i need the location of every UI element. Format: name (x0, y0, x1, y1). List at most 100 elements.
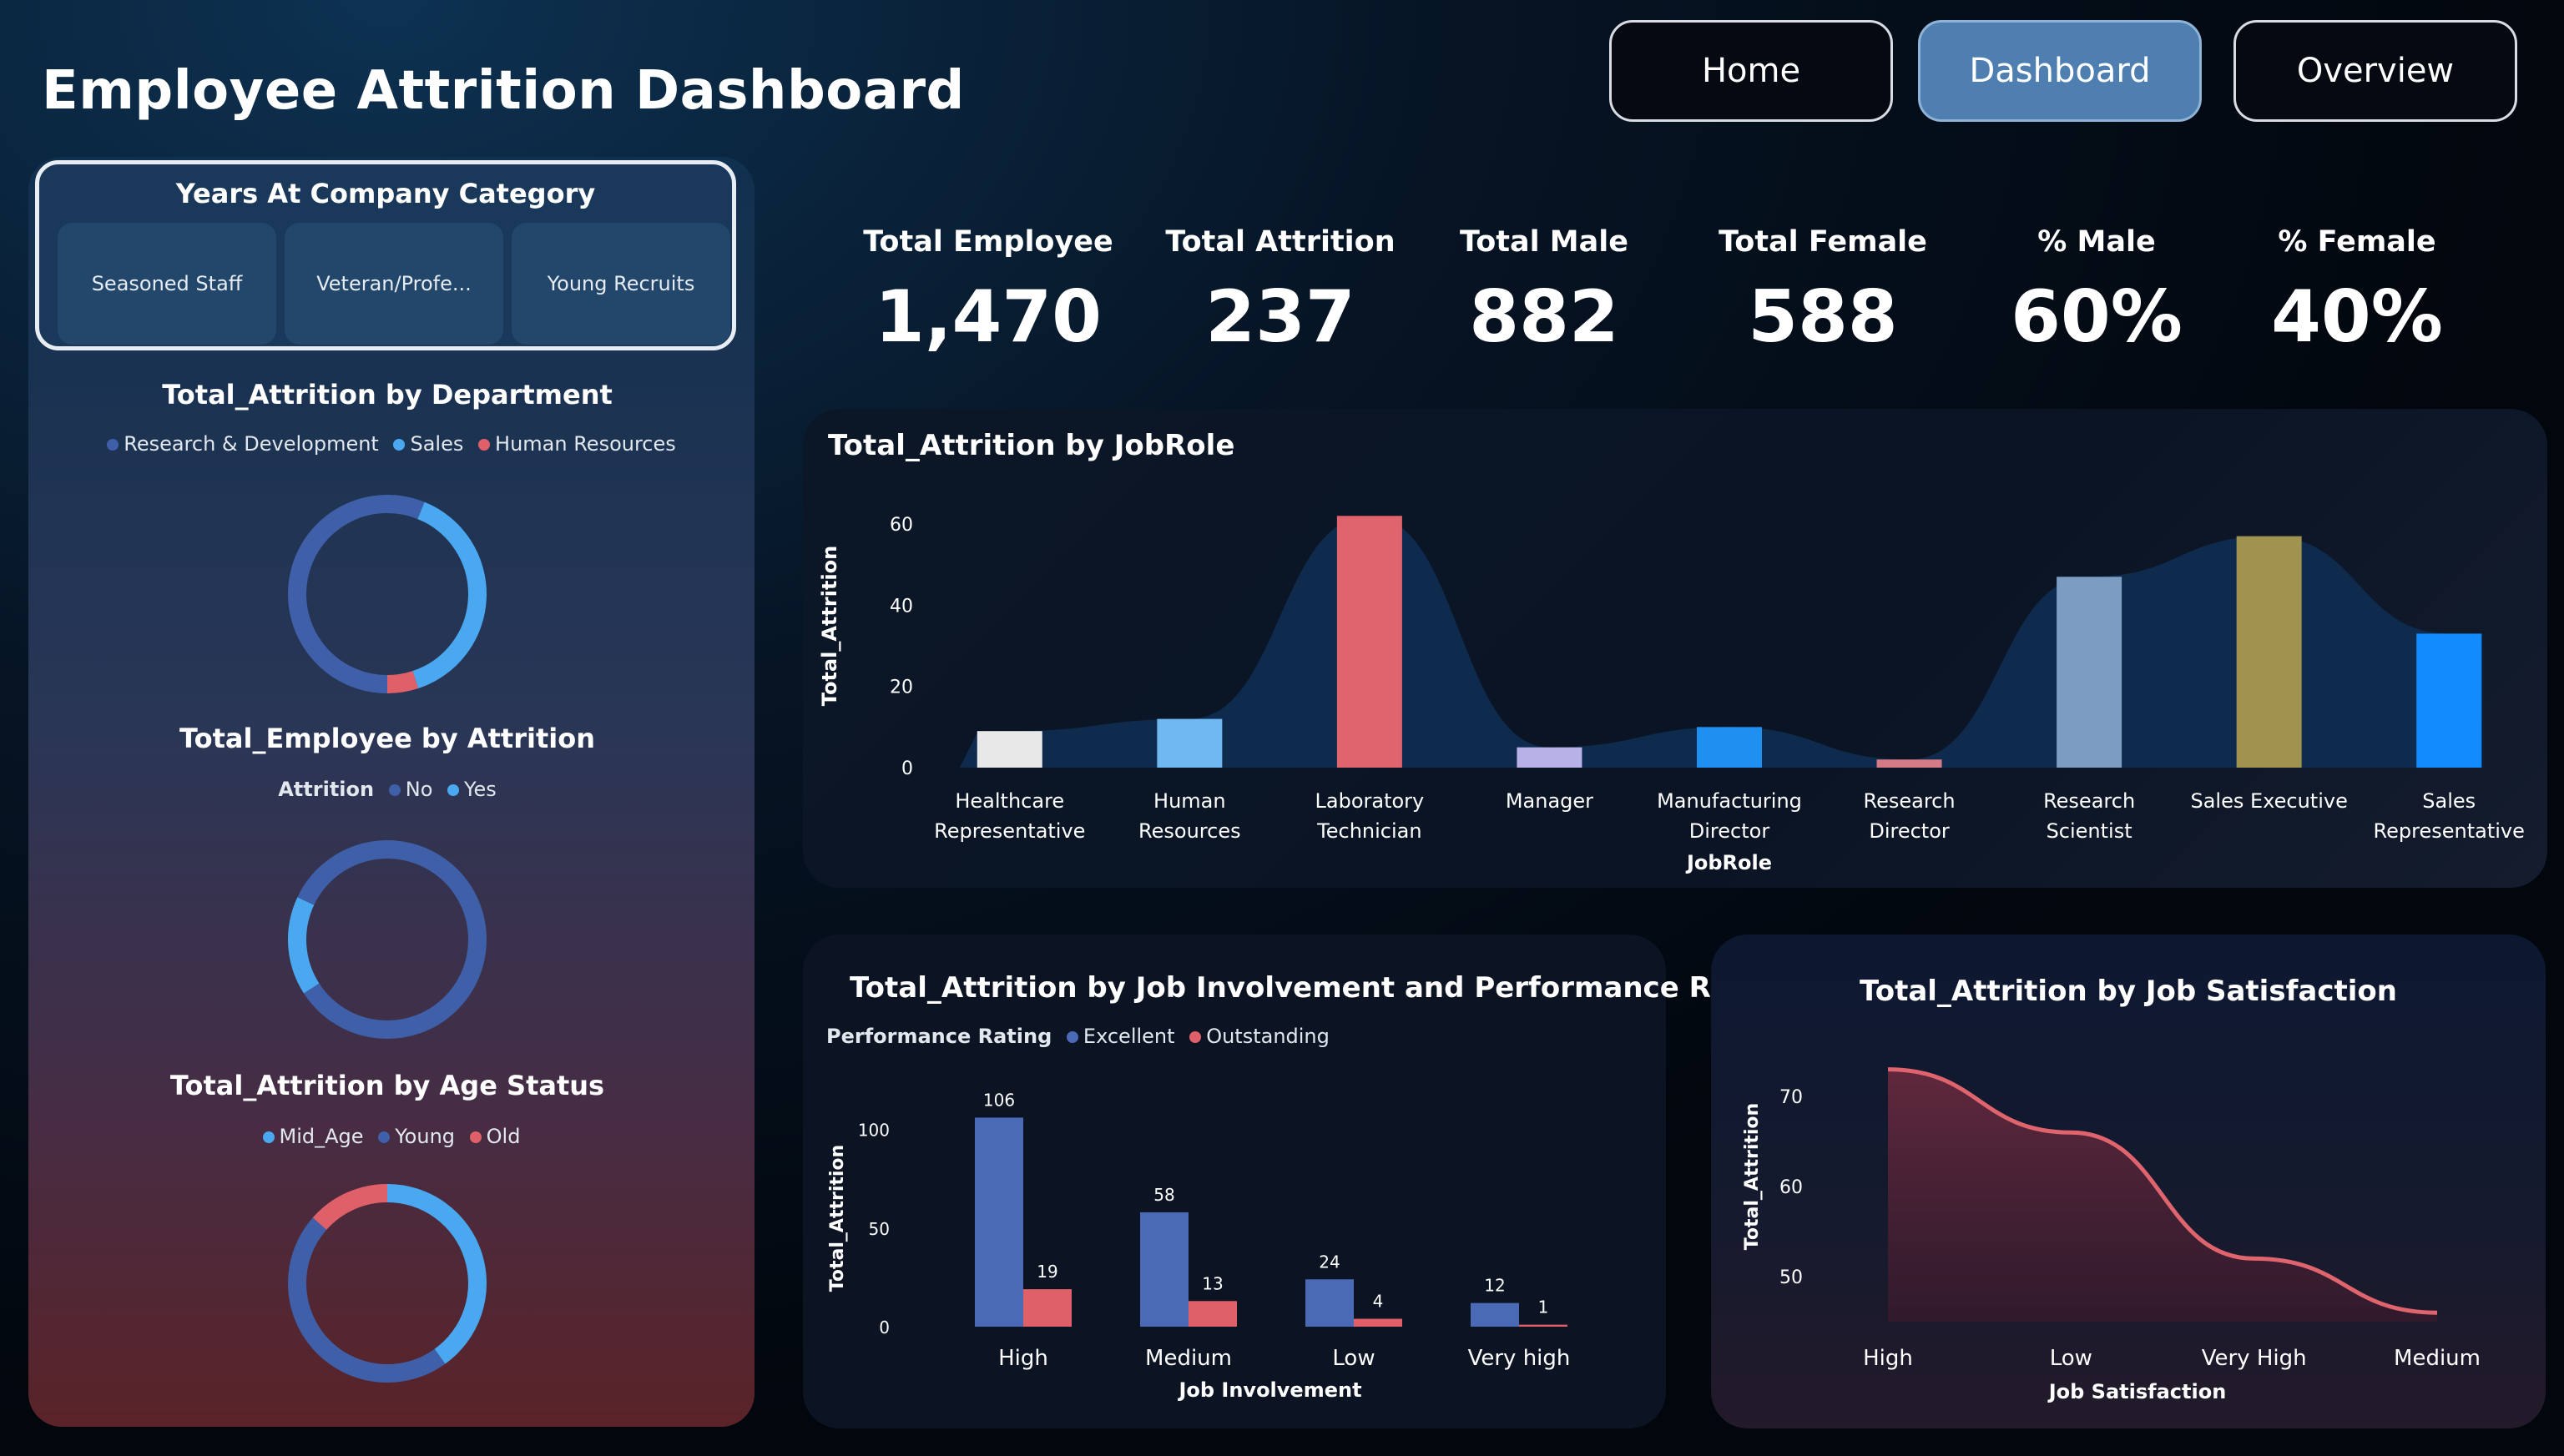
kpi-value: 882 (1469, 275, 1619, 359)
data-label: 106 (983, 1090, 1015, 1110)
donut-slice[interactable] (288, 1217, 446, 1383)
y-tick-label: 0 (901, 758, 913, 779)
data-label: 12 (1484, 1276, 1505, 1296)
satisfaction-chart-title: Total_Attrition by Job Satisfaction (1860, 975, 2397, 1008)
legend-swatch (447, 784, 460, 796)
kpi-label: Total Male (1460, 225, 1628, 259)
bar[interactable] (1354, 1318, 1402, 1327)
x-tick-label: Manufacturing (1657, 789, 1802, 813)
legend-swatch (107, 439, 119, 451)
jobrole-chart-title: Total_Attrition by JobRole (828, 429, 1235, 462)
data-label: 1 (1538, 1297, 1549, 1317)
donut-slice[interactable] (297, 840, 487, 1039)
bar[interactable] (1189, 1301, 1237, 1327)
department-chart-title: Total_Attrition by Department (162, 379, 613, 411)
data-label: 19 (1037, 1262, 1057, 1282)
involvement-bar-chart: Total_Attrition 0 50 100 106 19 High 58 13 Medium… (827, 1090, 1571, 1402)
donut-slice[interactable] (386, 671, 419, 693)
legend-label: Mid_Age (279, 1125, 364, 1148)
donut-slice[interactable] (412, 501, 487, 689)
x-axis-label: JobRole (1685, 851, 1772, 874)
bar[interactable] (1305, 1279, 1354, 1327)
bar[interactable] (1157, 718, 1223, 768)
x-tick-label: Director (1869, 819, 1950, 843)
employee-attrition-donut[interactable] (279, 831, 496, 1048)
slicer-option-young-recruits[interactable]: Young Recruits (512, 223, 730, 345)
bar[interactable] (977, 731, 1042, 768)
slicer-title: Years At Company Category (175, 178, 596, 209)
bar[interactable] (1876, 759, 1942, 768)
kpi-value: 40% (2271, 275, 2443, 359)
x-tick-label: Resources (1138, 819, 1241, 843)
slicer-option-veteran[interactable]: Veteran/Profe... (285, 223, 503, 345)
legend-label: Research & Development (124, 432, 379, 456)
legend-swatch (262, 1131, 275, 1143)
x-tick-label: High (998, 1346, 1048, 1371)
age-status-chart-title: Total_Attrition by Age Status (169, 1070, 605, 1101)
y-tick-label: 60 (890, 515, 913, 536)
y-tick-label: 40 (890, 596, 913, 617)
legend-swatch (1066, 1031, 1078, 1043)
jobrole-bar-chart: Total_Attrition 0 20 40 60 Healthcare Represen… (818, 515, 2525, 874)
bar[interactable] (2057, 577, 2122, 768)
legend-label: Outstanding (1206, 1025, 1330, 1048)
age-status-legend: Mid_Age Young Old (28, 1125, 746, 1148)
nav-dashboard-button[interactable]: Dashboard (1918, 20, 2202, 122)
employee-attrition-chart-title: Total_Employee by Attrition (179, 723, 595, 754)
bar[interactable] (2236, 536, 2302, 768)
x-tick-label: Low (1332, 1346, 1375, 1371)
kpi-label: Total Female (1719, 225, 1927, 259)
x-tick-label: Research (1864, 789, 1956, 813)
legend-swatch (378, 1131, 391, 1143)
y-tick-label: 20 (890, 678, 913, 698)
x-tick-label: Very high (1468, 1346, 1571, 1371)
legend-swatch (1189, 1031, 1202, 1043)
x-tick-label: Research (2043, 789, 2135, 813)
x-axis-label: Job Involvement (1177, 1378, 1361, 1402)
bar[interactable] (1471, 1302, 1519, 1327)
x-tick-label: Healthcare (955, 789, 1064, 813)
x-tick-label: Sales Executive (2190, 789, 2347, 813)
legend-title: Attrition (278, 778, 375, 801)
bar[interactable] (2416, 633, 2482, 768)
donut-slice[interactable] (386, 1184, 487, 1364)
x-tick-label: Low (2050, 1346, 2092, 1371)
data-label: 58 (1153, 1185, 1174, 1205)
involvement-chart-title: Total_Attrition by Job Involvement and P… (850, 971, 1794, 1005)
data-label: 13 (1202, 1273, 1223, 1293)
x-tick-label: Director (1689, 819, 1770, 843)
donut-slice[interactable] (288, 495, 425, 693)
y-tick-label: 50 (869, 1219, 890, 1239)
department-donut[interactable] (279, 486, 496, 703)
bar[interactable] (1023, 1289, 1072, 1327)
legend-label: Old (486, 1125, 521, 1148)
bar[interactable] (1697, 727, 1762, 768)
nav-home-button[interactable]: Home (1609, 20, 1893, 122)
donut-slice[interactable] (288, 897, 320, 994)
satisfaction-area-chart: Total_Attrition 50 60 70 High Low Very High Med… (1742, 1067, 2481, 1403)
legend-label: Yes (464, 778, 497, 801)
y-axis-label: Total_Attrition (818, 546, 841, 706)
slicer-option-seasoned-staff[interactable]: Seasoned Staff (58, 223, 276, 345)
x-tick-label: Laboratory (1315, 789, 1425, 813)
x-tick-label: Sales (2422, 789, 2476, 813)
nav-overview-button[interactable]: Overview (2233, 20, 2517, 122)
legend-label: No (405, 778, 433, 801)
legend-swatch (469, 1131, 482, 1143)
x-tick-label: Human (1153, 789, 1226, 813)
y-tick-label: 0 (879, 1317, 890, 1338)
bar[interactable] (1140, 1212, 1189, 1327)
donut-slice[interactable] (312, 1184, 388, 1231)
y-tick-label: 50 (1779, 1267, 1803, 1288)
y-tick-label: 60 (1779, 1177, 1803, 1198)
legend-label: Excellent (1083, 1025, 1175, 1048)
bar[interactable] (1519, 1324, 1567, 1327)
bar[interactable] (1517, 747, 1582, 768)
page-title: Employee Attrition Dashboard (42, 60, 965, 122)
x-tick-label: Scientist (2047, 819, 2132, 843)
bar[interactable] (1336, 516, 1402, 768)
age-status-donut[interactable] (279, 1175, 496, 1392)
employee-attrition-legend: Attrition No Yes (28, 778, 746, 801)
x-tick-label: Medium (1145, 1346, 1232, 1371)
bar[interactable] (975, 1117, 1023, 1327)
